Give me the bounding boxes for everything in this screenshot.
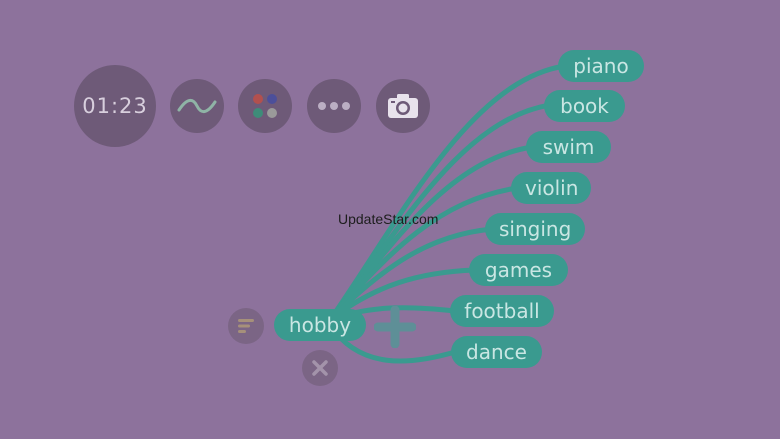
branch-node-singing[interactable]: singing bbox=[485, 213, 585, 245]
wave-curve-icon bbox=[177, 99, 217, 113]
branch-node-label: games bbox=[484, 258, 553, 282]
lines-list-icon bbox=[238, 319, 254, 333]
timer-display[interactable]: 01:23 bbox=[74, 65, 156, 147]
timer-text: 01:23 bbox=[82, 94, 148, 118]
branch-node-piano[interactable]: piano bbox=[558, 50, 644, 82]
branch-node-label: violin bbox=[525, 176, 579, 200]
branch-node-violin[interactable]: violin bbox=[511, 172, 591, 204]
branch-node-book[interactable]: book bbox=[544, 90, 625, 122]
plus-icon bbox=[373, 305, 417, 349]
root-node-label: hobby bbox=[288, 313, 352, 337]
more-options-button[interactable] bbox=[307, 79, 361, 133]
branch-node-label: singing bbox=[499, 217, 572, 241]
close-icon bbox=[312, 360, 328, 376]
branch-node-label: football bbox=[464, 299, 540, 323]
watermark-text: UpdateStar.com bbox=[338, 211, 439, 227]
branch-node-games[interactable]: games bbox=[469, 254, 568, 286]
branch-node-football[interactable]: football bbox=[450, 295, 554, 327]
node-style-button[interactable] bbox=[228, 308, 264, 344]
branch-node-label: piano bbox=[573, 54, 629, 78]
add-node-button[interactable] bbox=[373, 305, 417, 349]
color-dots-icon bbox=[253, 94, 277, 118]
camera-icon bbox=[388, 94, 418, 118]
color-palette-button[interactable] bbox=[238, 79, 292, 133]
branch-node-dance[interactable]: dance bbox=[451, 336, 542, 368]
mindmap-root-node[interactable]: hobby bbox=[274, 309, 366, 341]
branch-node-label: swim bbox=[542, 135, 595, 159]
curve-tool-button[interactable] bbox=[170, 79, 224, 133]
branch-node-label: book bbox=[560, 94, 609, 118]
camera-button[interactable] bbox=[376, 79, 430, 133]
branch-node-swim[interactable]: swim bbox=[526, 131, 611, 163]
mindmap-canvas[interactable]: 01:23 UpdateStar.com hobby piano book sw… bbox=[0, 0, 780, 439]
branch-node-label: dance bbox=[466, 340, 527, 364]
more-dots-icon bbox=[318, 102, 350, 110]
delete-node-button[interactable] bbox=[302, 350, 338, 386]
